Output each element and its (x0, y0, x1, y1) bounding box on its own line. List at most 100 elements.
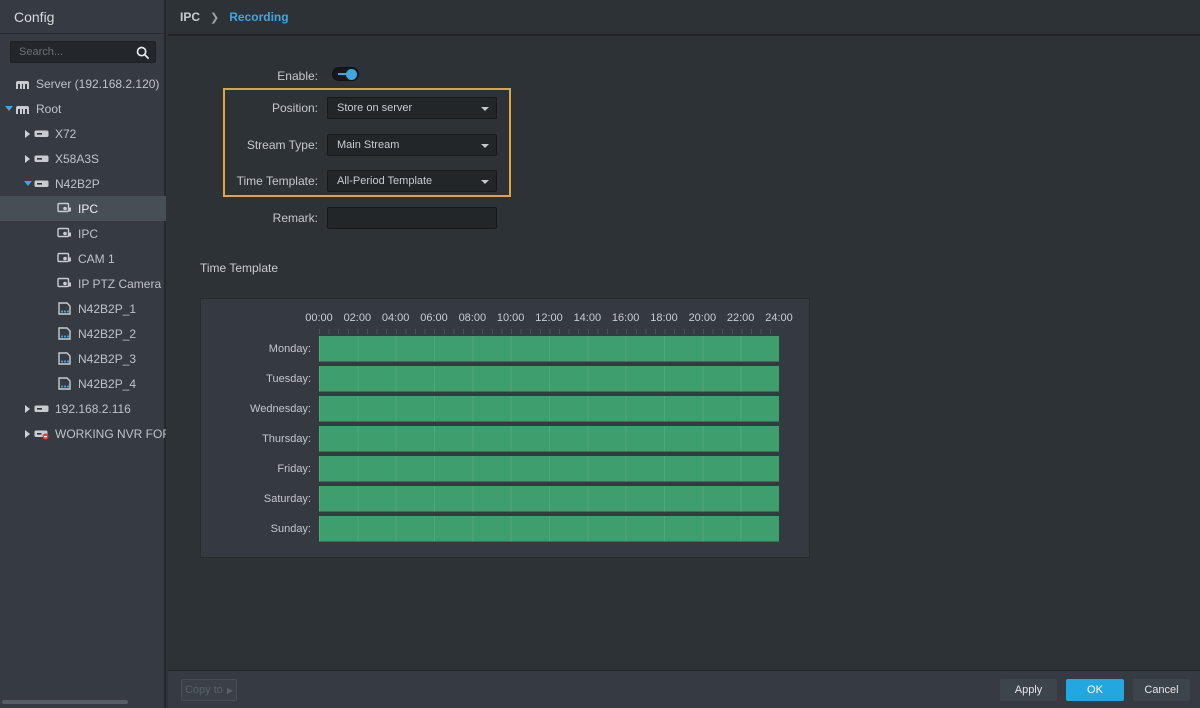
ok-button[interactable]: OK (1066, 679, 1124, 701)
tree-item-label: CAM 1 (78, 252, 115, 266)
schedule-row-thursday: Thursday: (201, 426, 809, 452)
nvr-icon (34, 127, 51, 140)
tree-item-working-nvr-for-t[interactable]: WORKING NVR FOR T (0, 421, 166, 446)
config-window: Config Server (192.168.2.120) Root X72 X58A… (0, 0, 1200, 708)
enable-toggle[interactable] (332, 67, 359, 81)
day-label: Wednesday: (201, 403, 311, 415)
tree-item-n42b2p-2[interactable]: N42B2P_2 (0, 321, 166, 346)
horizontal-scrollbar[interactable] (2, 700, 128, 704)
tree-item-192-168-2-116[interactable]: 192.168.2.116 (0, 396, 166, 421)
time-axis-label: 10:00 (497, 312, 525, 324)
position-value: Store on server (337, 102, 412, 114)
channel-icon (57, 327, 74, 340)
breadcrumb-parent[interactable]: IPC (180, 10, 200, 24)
expander-arrow-icon[interactable] (21, 181, 34, 186)
camera-icon (57, 252, 74, 265)
time-axis-label: 20:00 (689, 312, 717, 324)
tree-item-x72[interactable]: X72 (0, 121, 166, 146)
nvr-offline-icon (34, 427, 51, 440)
copy-to-button[interactable]: Copy to ▶ (181, 679, 237, 701)
time-template-dropdown[interactable]: All-Period Template (327, 170, 497, 192)
time-template-label: Time Template: (168, 174, 318, 188)
time-tick-ruler (319, 329, 780, 334)
schedule-bar[interactable] (319, 396, 779, 422)
chevron-down-icon (481, 180, 489, 184)
schedule-bar[interactable] (319, 516, 779, 542)
schedule-bar[interactable] (319, 426, 779, 452)
tree-item-n42b2p-4[interactable]: N42B2P_4 (0, 371, 166, 396)
tree-item-label: IPC (78, 227, 98, 241)
schedule-row-tuesday: Tuesday: (201, 366, 809, 392)
time-axis-label: 22:00 (727, 312, 755, 324)
schedule-bar[interactable] (319, 486, 779, 512)
nvr-icon (34, 177, 51, 190)
tree-item-label: Root (36, 102, 61, 116)
search-input[interactable] (11, 42, 155, 62)
position-dropdown[interactable]: Store on server (327, 97, 497, 119)
schedule-bar[interactable] (319, 366, 779, 392)
time-template-value: All-Period Template (337, 175, 432, 187)
tree-item-label: X58A3S (55, 152, 99, 166)
tree-item-n42b2p-3[interactable]: N42B2P_3 (0, 346, 166, 371)
apply-button[interactable]: Apply (1000, 679, 1057, 701)
camera-icon (57, 227, 74, 240)
chevron-down-icon (481, 107, 489, 111)
time-axis-label: 06:00 (420, 312, 448, 324)
search-icon[interactable] (136, 46, 150, 60)
search-box (10, 41, 156, 63)
day-label: Monday: (201, 343, 311, 355)
tree-item-label: N42B2P_3 (78, 352, 136, 366)
stream-type-value: Main Stream (337, 139, 399, 151)
schedule-row-saturday: Saturday: (201, 486, 809, 512)
tree-item-label: Server (192.168.2.120) (36, 77, 159, 91)
sidebar-title: Config (0, 0, 164, 34)
arrow-right-icon: ▶ (227, 686, 233, 695)
tree-item-n42b2p[interactable]: N42B2P (0, 171, 166, 196)
schedule-bar[interactable] (319, 336, 779, 362)
tree-item-server-192-168-2-120[interactable]: Server (192.168.2.120) (0, 71, 166, 96)
time-axis-label: 04:00 (382, 312, 410, 324)
expander-arrow-icon[interactable] (21, 130, 34, 138)
toggle-knob (346, 69, 357, 80)
expander-arrow-icon[interactable] (21, 430, 34, 438)
tree-item-root[interactable]: Root (0, 96, 166, 121)
stream-type-dropdown[interactable]: Main Stream (327, 134, 497, 156)
tree-item-x58a3s[interactable]: X58A3S (0, 146, 166, 171)
time-axis-label: 18:00 (650, 312, 678, 324)
schedule-bar[interactable] (319, 456, 779, 482)
tree-item-label: X72 (55, 127, 76, 141)
time-template-section-title: Time Template (200, 261, 278, 275)
nvr-icon (34, 402, 51, 415)
schedule-row-friday: Friday: (201, 456, 809, 482)
breadcrumb-current: Recording (229, 10, 288, 24)
remark-label: Remark: (168, 211, 318, 225)
remark-input[interactable] (327, 207, 497, 229)
channel-icon (57, 352, 74, 365)
camera-icon (57, 202, 74, 215)
expander-arrow-icon[interactable] (2, 106, 15, 111)
position-label: Position: (168, 101, 318, 115)
schedule-row-wednesday: Wednesday: (201, 396, 809, 422)
chevron-right-icon: ❯ (210, 11, 219, 24)
time-axis-label: 12:00 (535, 312, 563, 324)
tree-item-ipc[interactable]: IPC (0, 196, 166, 221)
tree-item-cam-1[interactable]: CAM 1 (0, 246, 166, 271)
tree-item-n42b2p-1[interactable]: N42B2P_1 (0, 296, 166, 321)
day-label: Thursday: (201, 433, 311, 445)
day-label: Sunday: (201, 523, 311, 535)
chevron-down-icon (481, 144, 489, 148)
footer-bar: Copy to ▶ Apply OK Cancel (168, 670, 1200, 708)
time-axis-label: 14:00 (574, 312, 602, 324)
sidebar: Config Server (192.168.2.120) Root X72 X58A… (0, 0, 166, 708)
schedule-panel: 00:0002:0004:0006:0008:0010:0012:0014:00… (200, 298, 810, 558)
stream-type-label: Stream Type: (168, 138, 318, 152)
expander-arrow-icon[interactable] (21, 405, 34, 413)
expander-arrow-icon[interactable] (21, 155, 34, 163)
main-panel: IPC ❯ Recording Enable: Position: Store … (168, 0, 1200, 708)
time-axis-label: 00:00 (305, 312, 333, 324)
tree-item-ipc[interactable]: IPC (0, 221, 166, 246)
cancel-button[interactable]: Cancel (1133, 679, 1190, 701)
tree-item-ip-ptz-camera[interactable]: IP PTZ Camera (0, 271, 166, 296)
enable-label: Enable: (168, 69, 318, 83)
nvr-icon (34, 152, 51, 165)
